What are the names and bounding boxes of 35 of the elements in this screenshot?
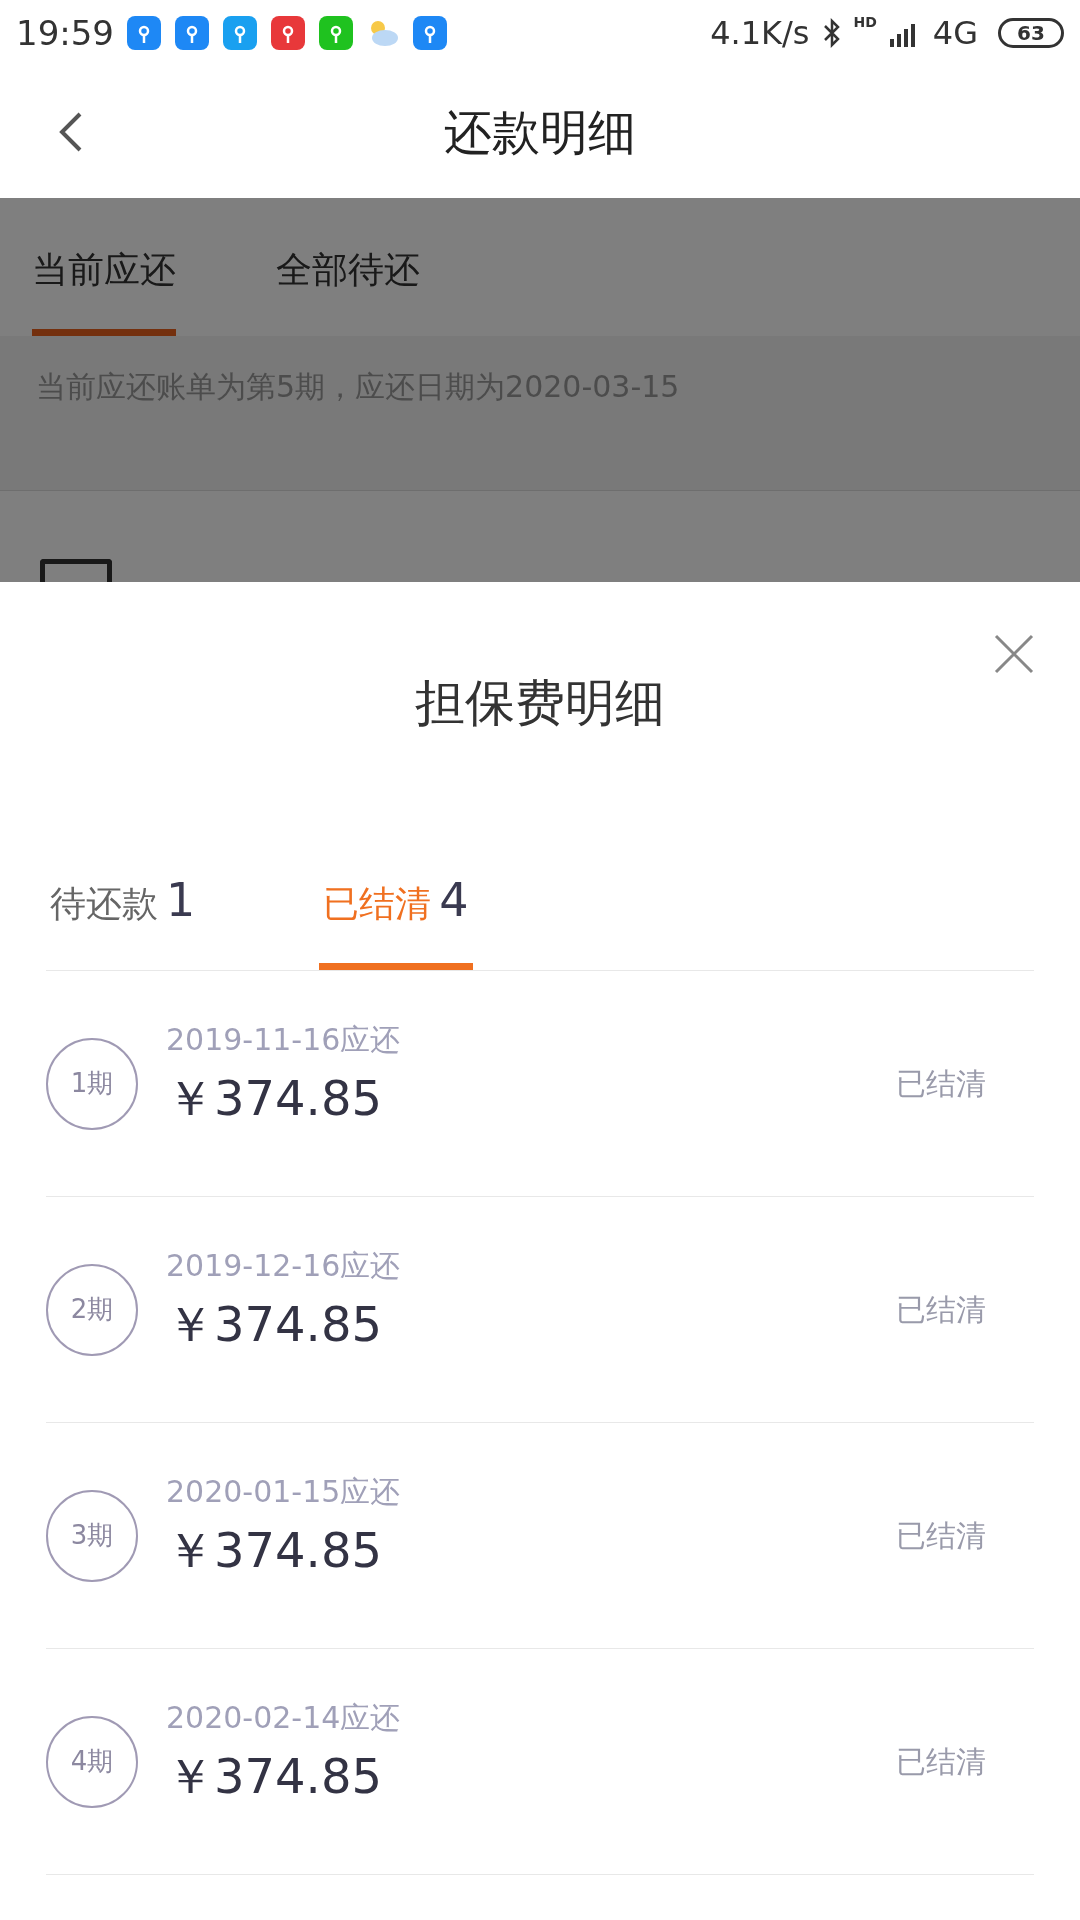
due-date: 2019-12-16应还 — [166, 1247, 401, 1285]
app-notification-icon — [174, 15, 210, 51]
status-label: 已结清 — [896, 1065, 986, 1103]
app-notification-icon — [222, 15, 258, 51]
close-icon[interactable] — [994, 634, 1034, 674]
tab[interactable]: 已结清 4 — [319, 866, 473, 970]
status-label: 已结清 — [896, 1743, 986, 1781]
battery-indicator: 63 — [998, 18, 1064, 48]
network-type: 4G — [932, 13, 978, 54]
status-label: 已结清 — [896, 1517, 986, 1555]
bluetooth-icon — [821, 18, 842, 48]
sheet-title: 担保费明细 — [415, 672, 665, 734]
page-title: 还款明细 — [444, 103, 636, 162]
network-speed: 4.1K/s — [710, 13, 810, 54]
amount: ￥374.85 — [166, 1747, 383, 1806]
app-notification-icon — [270, 15, 306, 51]
period-badge: 4期 — [46, 1715, 138, 1808]
tab[interactable]: 待还款 1 — [46, 866, 200, 970]
due-date: 2019-11-16应还 — [166, 1021, 401, 1059]
amount: ￥374.85 — [166, 1521, 383, 1580]
app-notification-icon — [318, 15, 354, 51]
period-badge: 1期 — [46, 1037, 138, 1130]
amount: ￥374.85 — [166, 1069, 383, 1128]
amount: ￥374.85 — [166, 1295, 383, 1354]
due-date: 2020-02-14应还 — [166, 1699, 401, 1737]
period-badge: 2期 — [46, 1263, 138, 1356]
hd-label: HD — [853, 13, 877, 32]
status-label: 已结清 — [896, 1291, 986, 1329]
back-icon[interactable] — [58, 110, 84, 154]
app-notification-icon — [126, 15, 162, 51]
period-badge: 3期 — [46, 1489, 138, 1582]
tab[interactable]: 全部待还 — [276, 243, 420, 336]
due-date: 2020-01-15应还 — [166, 1473, 401, 1511]
app-notification-icon — [412, 15, 448, 51]
status-time: 19:59 — [16, 11, 114, 55]
